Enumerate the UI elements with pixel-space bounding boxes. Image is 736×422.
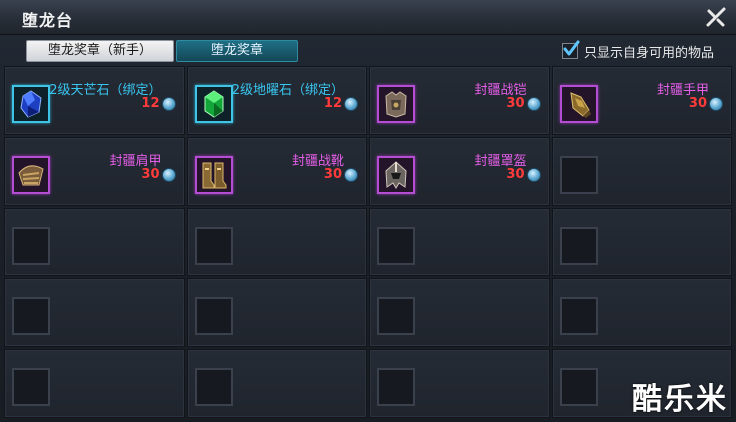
tab-novice-medal[interactable]: 堕龙奖章（新手） <box>26 40 174 62</box>
empty-slot <box>559 226 598 265</box>
armor-chest-icon <box>385 91 407 118</box>
item-price: 30 <box>141 166 160 182</box>
empty-slot <box>559 297 598 336</box>
empty-item-cell <box>369 207 550 277</box>
empty-slot <box>12 368 50 407</box>
medal-currency-icon <box>526 167 541 182</box>
shop-item[interactable]: 封疆肩甲 30 <box>4 136 185 206</box>
empty-slot <box>377 226 415 265</box>
empty-item-cell <box>186 278 367 348</box>
empty-slot <box>194 226 233 265</box>
empty-item-cell <box>551 207 732 277</box>
item-price: 30 <box>323 166 342 182</box>
empty-slot <box>377 297 415 336</box>
boots-icon <box>202 162 226 189</box>
shop-item[interactable]: 封疆战铠 30 <box>369 66 550 135</box>
item-slot <box>194 85 233 123</box>
empty-item-cell <box>369 278 550 348</box>
shop-window: 堕龙台 堕龙奖章（新手） 堕龙奖章 只显示自身可用的物品 2级天芒石（绑定） 1… <box>0 0 736 422</box>
green-gem-icon <box>204 90 223 118</box>
medal-currency-icon <box>344 167 358 182</box>
empty-slot <box>559 368 598 407</box>
empty-item-cell <box>551 136 732 206</box>
shop-item[interactable]: 封疆罩盔 30 <box>369 136 550 206</box>
empty-slot <box>12 226 50 265</box>
empty-item-cell <box>4 278 185 348</box>
empty-item-cell <box>551 349 732 418</box>
helmet-icon <box>385 161 407 189</box>
empty-slot <box>377 368 415 407</box>
window-title: 堕龙台 <box>22 11 74 30</box>
empty-item-cell <box>4 207 185 277</box>
item-price: 30 <box>506 96 525 111</box>
empty-item-cell <box>551 278 732 348</box>
empty-item-cell <box>4 349 185 418</box>
empty-slot <box>559 155 598 194</box>
item-slot <box>377 85 415 123</box>
medal-currency-icon <box>161 167 176 182</box>
medal-currency-icon <box>161 97 176 111</box>
item-grid: 2级天芒石（绑定） 12 2级地曜石（绑定） 12 封疆战铠 30 封疆手甲 3… <box>4 66 732 418</box>
shop-item[interactable]: 封疆手甲 30 <box>551 66 732 135</box>
title-bar: 堕龙台 <box>0 0 736 35</box>
tab-medal[interactable]: 堕龙奖章 <box>176 40 298 62</box>
shop-item[interactable]: 2级地曜石（绑定） 12 <box>186 66 367 135</box>
usable-filter-toggle[interactable]: 只显示自身可用的物品 <box>561 40 714 61</box>
empty-slot <box>194 297 233 336</box>
shop-item[interactable]: 封疆战靴 30 <box>186 136 367 206</box>
empty-slot <box>12 297 50 336</box>
shoulder-armor-icon <box>18 165 44 186</box>
empty-item-cell <box>186 207 367 277</box>
usable-filter-label: 只显示自身可用的物品 <box>583 45 714 61</box>
empty-slot <box>194 368 233 407</box>
item-price: 12 <box>141 96 160 111</box>
empty-item-cell <box>369 349 550 418</box>
item-price: 30 <box>688 96 707 111</box>
medal-currency-icon <box>344 97 358 111</box>
blue-gem-icon <box>20 90 42 118</box>
item-slot <box>12 85 50 123</box>
shop-item[interactable]: 2级天芒石（绑定） 12 <box>4 66 185 135</box>
empty-item-cell <box>186 349 367 418</box>
usable-filter-checkbox[interactable] <box>561 40 580 59</box>
item-slot <box>377 155 415 194</box>
medal-currency-icon <box>526 97 541 111</box>
item-slot <box>559 85 598 123</box>
medal-currency-icon <box>709 97 723 111</box>
item-price: 12 <box>323 96 342 111</box>
gauntlet-icon <box>569 92 591 118</box>
close-icon <box>706 7 726 27</box>
checkmark-icon <box>563 40 580 56</box>
close-button[interactable] <box>704 5 728 29</box>
item-price: 30 <box>506 166 525 182</box>
item-slot <box>12 155 50 194</box>
item-slot <box>194 155 233 194</box>
